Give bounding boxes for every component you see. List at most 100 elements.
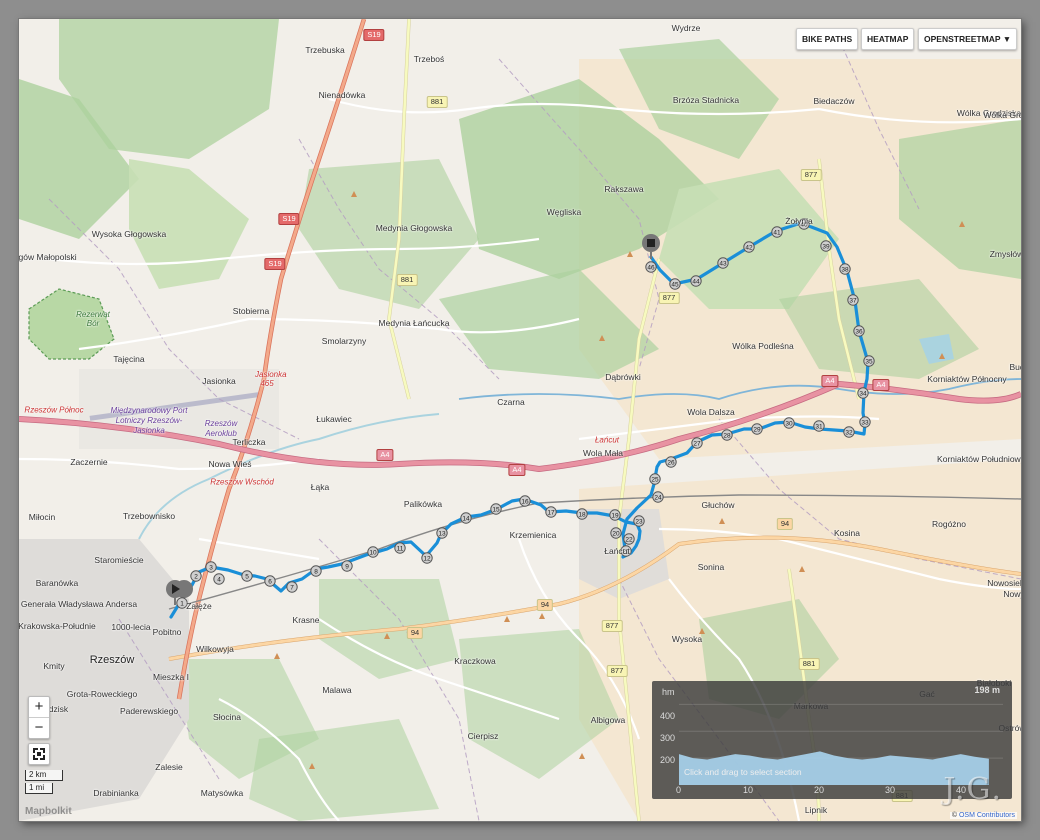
route-waypoint[interactable]: 34	[857, 387, 869, 399]
route-waypoint[interactable]: 4	[213, 573, 225, 585]
place-label: Biedaczów	[813, 96, 855, 106]
place-label: Łukawiec	[316, 414, 352, 424]
scale-imperial: 1 mi	[25, 783, 53, 794]
fullscreen-button[interactable]	[28, 743, 50, 765]
route-waypoint[interactable]: 23	[633, 515, 645, 527]
place-label: Wola Dalsza	[687, 407, 735, 417]
road-shield-877: 877	[658, 292, 680, 304]
route-waypoint[interactable]: 30	[783, 417, 795, 429]
svg-text:28: 28	[723, 433, 731, 440]
route-waypoint[interactable]: 6	[264, 575, 276, 587]
route-waypoint[interactable]: 39	[820, 240, 832, 252]
place-label: Łańcut	[604, 546, 630, 556]
route-waypoint[interactable]: 11	[394, 542, 406, 554]
svg-text:37: 37	[849, 298, 857, 305]
route-waypoint[interactable]: 43	[717, 257, 729, 269]
fullscreen-icon	[33, 748, 45, 760]
route-waypoint[interactable]: 7	[286, 581, 298, 593]
svg-text:45: 45	[671, 282, 679, 289]
road-shield-94: 94	[536, 599, 554, 611]
route-waypoint[interactable]: 26	[665, 456, 677, 468]
zoom-out-button[interactable]: −	[29, 718, 49, 738]
route-waypoint[interactable]: 9	[341, 560, 353, 572]
osm-contributors-link[interactable]: OSM Contributors	[959, 812, 1015, 819]
svg-text:2: 2	[194, 574, 198, 581]
route-waypoint[interactable]: 25	[649, 473, 661, 485]
route-waypoint[interactable]: 28	[721, 429, 733, 441]
zoom-control: + −	[28, 696, 50, 739]
svg-text:17: 17	[547, 510, 555, 517]
place-label: Załęże	[186, 601, 212, 611]
route-waypoint[interactable]: 38	[839, 263, 851, 275]
route-waypoint[interactable]: 20	[610, 527, 622, 539]
route-waypoint[interactable]: 27	[691, 437, 703, 449]
svg-text:26: 26	[667, 460, 675, 467]
route-waypoint[interactable]: 8	[310, 565, 322, 577]
route-waypoint[interactable]: 3	[205, 561, 217, 573]
route-waypoint[interactable]: 41	[771, 226, 783, 238]
place-label: Nienadówka	[318, 90, 366, 100]
route-waypoint[interactable]: 36	[853, 325, 865, 337]
route-waypoint[interactable]: 10	[367, 546, 379, 558]
route-waypoint[interactable]: 5	[241, 570, 253, 582]
place-label: Rzeszów	[89, 654, 135, 666]
svg-text:18: 18	[578, 512, 586, 519]
road-shield-877: 877	[601, 620, 623, 632]
place-label: Żołynia	[785, 216, 813, 226]
svg-text:15: 15	[492, 507, 500, 514]
route-waypoint[interactable]: 12	[421, 552, 433, 564]
place-label: Palikówka	[403, 499, 443, 509]
road-shield-a4: A4	[376, 449, 394, 461]
place-label: Matysówka	[200, 788, 244, 798]
route-waypoint[interactable]: 16	[519, 495, 531, 507]
route-waypoint[interactable]: 22	[623, 533, 635, 545]
road-shield-s19: S19	[264, 258, 286, 270]
bike-paths-button[interactable]: BIKE PATHS	[796, 28, 859, 50]
map-layer-select[interactable]: OPENSTREETMAP ▼	[918, 28, 1018, 50]
place-label: Drabinianka	[93, 788, 139, 798]
route-waypoint[interactable]: 46	[645, 261, 657, 273]
place-label: Kosina	[834, 528, 860, 538]
route-waypoint[interactable]: 42	[743, 241, 755, 253]
route-waypoint[interactable]: 32	[843, 426, 855, 438]
aeroklub-label: Rzeszów Aeroklub	[204, 419, 238, 438]
attribution: © OSM Contributors	[949, 812, 1017, 819]
route-waypoint[interactable]: 37	[847, 294, 859, 306]
map-frame[interactable]: 1 2 3 4 5 6 7 8 9 10 11 12 13 14 15 16 17 18 19 20 21 22 23 24 2…	[19, 19, 1021, 821]
route-waypoint[interactable]: 33	[859, 416, 871, 428]
profile-unit-label: hm	[662, 687, 675, 697]
route-waypoint[interactable]: 35	[863, 355, 875, 367]
route-waypoint[interactable]: 45	[669, 278, 681, 290]
route-waypoint[interactable]: 31	[813, 420, 825, 432]
heatmap-button[interactable]: HEATMAP	[861, 28, 915, 50]
station-east-label: Rzeszów Wschód	[210, 477, 274, 487]
zoom-in-button[interactable]: +	[29, 697, 49, 718]
route-waypoint[interactable]: 19	[609, 509, 621, 521]
place-label: Słocina	[213, 712, 241, 722]
place-label: Wilkowyja	[196, 644, 234, 654]
road-shield-94: 94	[776, 518, 794, 530]
profile-x-tick: 30	[885, 785, 896, 795]
place-label: Wydrze	[671, 23, 701, 33]
route-waypoint[interactable]: 24	[652, 491, 664, 503]
road-shield-877: 877	[606, 665, 628, 677]
place-label: 1000-lecia	[111, 622, 151, 632]
place-label: Stobierna	[232, 306, 270, 316]
route-waypoint[interactable]: 44	[690, 275, 702, 287]
svg-text:29: 29	[753, 427, 761, 434]
route-waypoint[interactable]: 15	[490, 503, 502, 515]
svg-text:10: 10	[369, 550, 377, 557]
route-waypoint[interactable]: 14	[460, 512, 472, 524]
route-waypoint[interactable]: 29	[751, 423, 763, 435]
road-shield-881: 881	[798, 658, 820, 670]
svg-text:23: 23	[635, 519, 643, 526]
place-label: Paderewskiego	[119, 706, 179, 716]
route-waypoint[interactable]: 13	[436, 527, 448, 539]
svg-text:41: 41	[773, 230, 781, 237]
route-waypoint[interactable]: 17	[545, 506, 557, 518]
route-waypoint[interactable]: 18	[576, 508, 588, 520]
svg-text:16: 16	[521, 499, 529, 506]
place-label: Wólka Grodzis	[983, 110, 1021, 120]
place-label: Jasionka	[202, 376, 236, 386]
route-waypoint[interactable]: 2	[190, 570, 202, 582]
